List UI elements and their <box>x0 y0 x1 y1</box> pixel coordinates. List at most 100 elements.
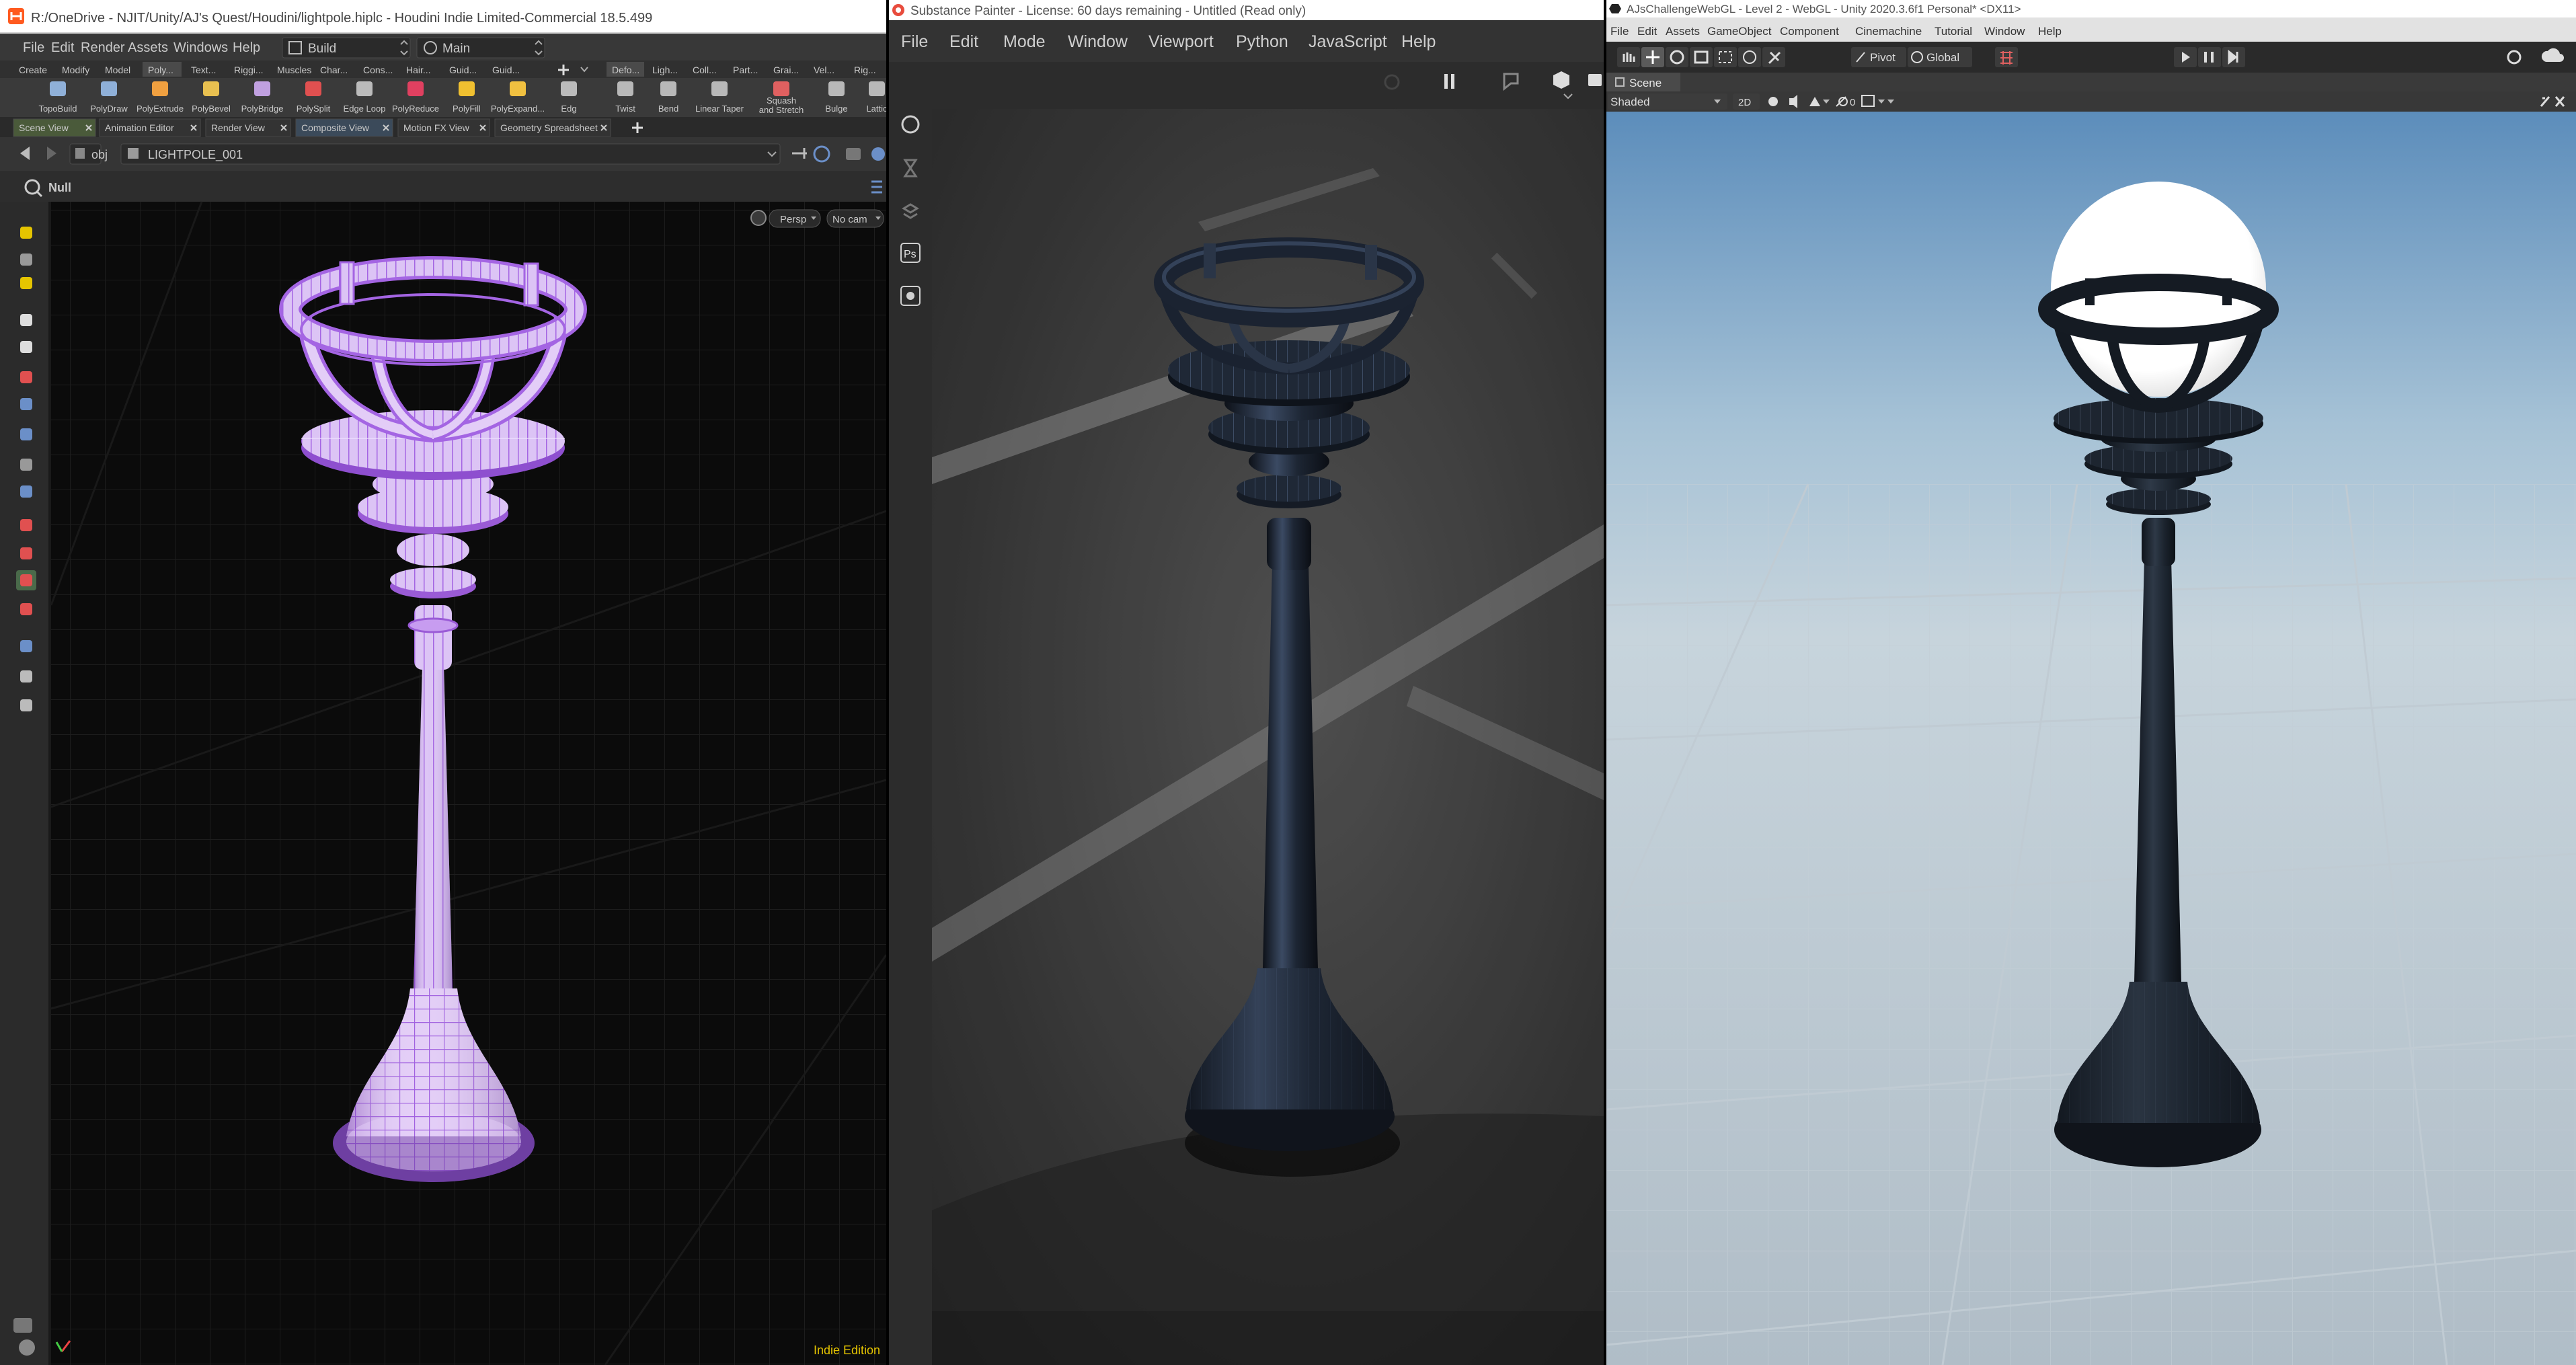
hand-tool-button[interactable] <box>1617 47 1640 67</box>
unity-menu-gameobject[interactable]: GameObject <box>1707 25 1772 38</box>
substance-menu-window[interactable]: Window <box>1068 32 1128 51</box>
substance-menu-mode[interactable]: Mode <box>1003 32 1046 51</box>
viewport-tool-4[interactable] <box>20 341 32 353</box>
viewport-tool-8[interactable] <box>20 459 32 471</box>
houdini-menu-file[interactable]: File <box>23 40 44 55</box>
substance-menu-help[interactable]: Help <box>1401 32 1436 51</box>
viewport-tool-10[interactable] <box>20 519 32 531</box>
context-selector[interactable]: Main <box>416 37 545 58</box>
pane-tab-4[interactable]: Motion FX View <box>397 118 490 137</box>
lighting-toggle-icon[interactable] <box>1768 97 1778 106</box>
shelf-tab-label: Defo... <box>612 65 639 75</box>
houdini-menu-render[interactable]: Render <box>81 40 125 55</box>
viewport-tool-3[interactable] <box>20 314 32 326</box>
viewport-tool-5[interactable] <box>20 371 32 383</box>
shelf-tab-0[interactable]: Create <box>19 65 47 75</box>
shelf-tab-1[interactable]: Modify <box>62 65 89 75</box>
shelf-tab-10[interactable]: Guid... <box>449 65 477 75</box>
snapshot-icon[interactable] <box>19 1339 35 1356</box>
substance-menu-file[interactable]: File <box>901 32 928 51</box>
unity-menu-assets[interactable]: Assets <box>1666 25 1700 38</box>
pane-tab-label: Geometry Spreadsheet <box>500 122 598 133</box>
houdini-menu-windows[interactable]: Windows <box>173 40 228 55</box>
desktop-selector[interactable]: Build <box>282 37 411 58</box>
pane-tab-3[interactable]: Composite View <box>295 118 393 137</box>
shelf-tool-label: Edge Loop <box>344 104 386 114</box>
pane-tab-2[interactable]: Render View <box>205 118 291 137</box>
shelf-tab-right-4[interactable]: Grai... <box>773 65 799 75</box>
houdini-window-title: R:/OneDrive - NJIT/Unity/AJ's Quest/Houd… <box>31 11 652 26</box>
shelf-tab-8[interactable]: Cons... <box>363 65 393 75</box>
viewport-tool-12[interactable] <box>16 570 36 590</box>
shelf-tab-7[interactable]: Char... <box>320 65 348 75</box>
global-toggle[interactable]: Global <box>1908 47 1972 67</box>
viewport-tool-2[interactable] <box>20 277 32 289</box>
viewport-tool-1[interactable] <box>20 254 32 266</box>
pane-tab-1[interactable]: Animation Editor <box>99 118 201 137</box>
lock-camera-icon[interactable] <box>750 210 767 226</box>
houdini-menu-edit[interactable]: Edit <box>51 40 75 55</box>
pause-icon[interactable] <box>1444 74 1448 89</box>
houdini-window: R:/OneDrive - NJIT/Unity/AJ's Quest/Houd… <box>0 0 886 1365</box>
shelf-tab-right-3[interactable]: Part... <box>733 65 758 75</box>
shelf-tab-2[interactable]: Model <box>105 65 130 75</box>
shelf-tab-4[interactable]: Text... <box>191 65 216 75</box>
shelf-tab-3[interactable]: Poly... <box>143 62 182 77</box>
unity-menu-cinemachine[interactable]: Cinemachine <box>1855 25 1922 38</box>
viewport-tool-11[interactable] <box>20 547 32 559</box>
houdini-logo-icon <box>8 8 24 24</box>
viewport-tool-9[interactable] <box>20 485 32 498</box>
pivot-toggle[interactable]: Pivot <box>1851 47 1906 67</box>
shelf-tab-6[interactable]: Muscles <box>277 65 311 75</box>
substance-menu-python[interactable]: Python <box>1236 32 1288 51</box>
unity-menu-edit[interactable]: Edit <box>1637 25 1657 38</box>
unity-menu-window[interactable]: Window <box>1984 25 2025 38</box>
pane-tab-5[interactable]: Geometry Spreadsheet <box>494 118 611 137</box>
viewport-tool-16[interactable] <box>20 699 32 711</box>
scale-tool-button[interactable] <box>1690 47 1713 67</box>
help-icon[interactable] <box>871 147 885 161</box>
viewport-tool-6[interactable] <box>20 398 32 410</box>
shelf-tab-right-0[interactable]: Defo... <box>607 62 644 77</box>
unity-menu-help[interactable]: Help <box>2038 25 2062 38</box>
shelf-tab-5[interactable]: Riggi... <box>234 65 264 75</box>
viewport-tool-15[interactable] <box>20 670 32 682</box>
transform-tool-button[interactable] <box>1738 47 1761 67</box>
shelf-tool-label: PolyDraw <box>90 104 128 114</box>
houdini-menu-bar: File Edit Render Assets Windows Help <box>23 40 260 55</box>
viewport-tool-icon <box>20 459 32 471</box>
deform-tool-label: Linear Taper <box>695 104 744 114</box>
unity-menu-component[interactable]: Component <box>1780 25 1839 38</box>
shelf-tool-icon <box>254 81 270 96</box>
substance-menu-viewport[interactable]: Viewport <box>1148 32 1214 51</box>
pane-tab-0[interactable]: Scene View <box>13 118 96 137</box>
viewport-tool-13[interactable] <box>20 603 32 615</box>
shelf-tool-icon <box>203 81 219 96</box>
rect-tool-button[interactable] <box>1714 47 1737 67</box>
shelf-tab-right-1[interactable]: Ligh... <box>652 65 678 75</box>
viewport-tool-14[interactable] <box>20 640 32 652</box>
substance-viewport[interactable] <box>932 109 1604 1365</box>
pause-button[interactable] <box>2198 47 2221 67</box>
path-root[interactable]: obj <box>91 148 108 161</box>
view-options-icon[interactable] <box>846 148 861 160</box>
houdini-menu-assets[interactable]: Assets <box>128 40 168 55</box>
pane-tab-label: Scene View <box>19 122 69 133</box>
unity-menu-tutorial[interactable]: Tutorial <box>1935 25 1972 38</box>
houdini-viewport[interactable] <box>50 201 886 1365</box>
display-options-icon[interactable] <box>13 1318 32 1333</box>
shelf-tab-right-5[interactable]: Vel... <box>814 65 834 75</box>
viewport-tool-0[interactable] <box>20 227 32 239</box>
houdini-menu-help[interactable]: Help <box>233 40 260 55</box>
shading-dropdown[interactable]: Shaded <box>1608 93 1727 110</box>
shelf-tab-right-2[interactable]: Coll... <box>693 65 717 75</box>
shelf-tab-right-6[interactable]: Rig... <box>854 65 876 75</box>
substance-menu-edit[interactable]: Edit <box>949 32 978 51</box>
camera-icon[interactable] <box>1588 74 1602 86</box>
unity-menu-file[interactable]: File <box>1610 25 1629 38</box>
substance-menu-javascript[interactable]: JavaScript <box>1309 32 1387 51</box>
deform-tool-4[interactable]: and Stretch <box>759 105 804 115</box>
shelf-tab-9[interactable]: Hair... <box>406 65 431 75</box>
shelf-tab-11[interactable]: Guid... <box>492 65 520 75</box>
viewport-tool-7[interactable] <box>20 428 32 440</box>
